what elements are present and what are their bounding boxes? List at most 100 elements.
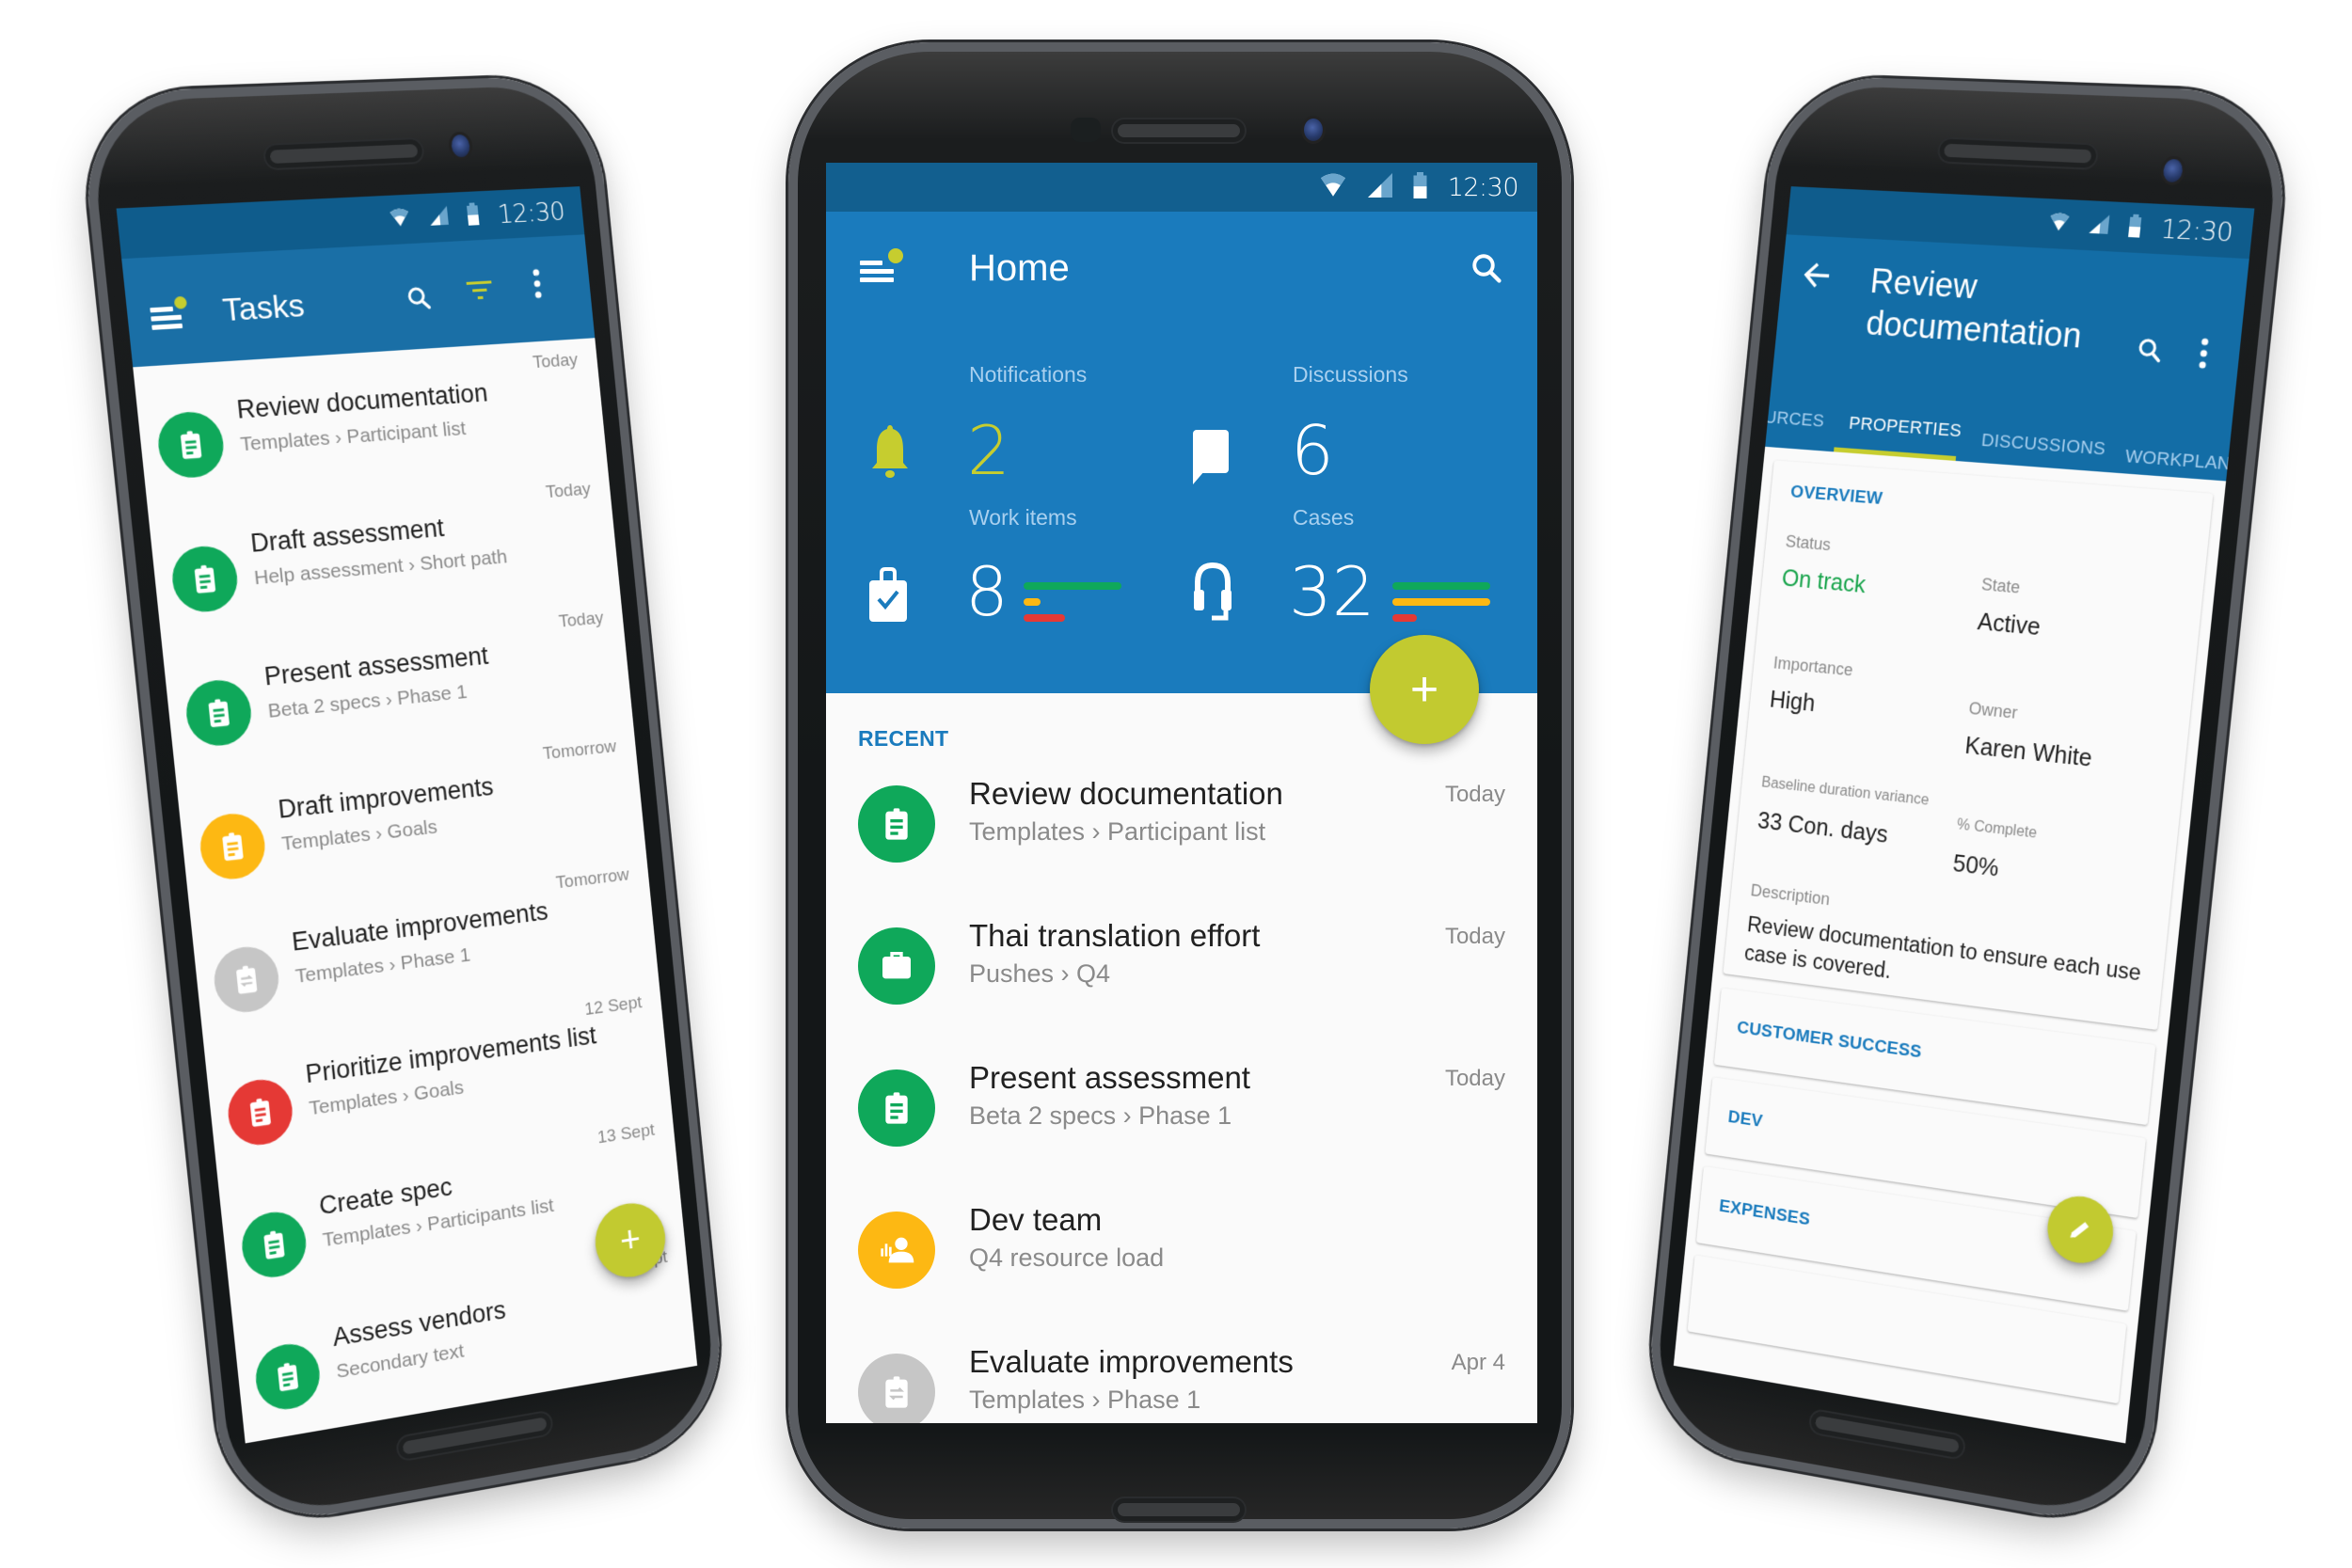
- item-title: Thai translation effort: [969, 918, 1261, 953]
- status-bar: 12:30: [826, 163, 1537, 212]
- item-date: Today: [1444, 1066, 1505, 1091]
- item-avatar: [211, 942, 282, 1017]
- stat-label: Notifications: [969, 362, 1088, 387]
- item-avatar: [238, 1208, 310, 1282]
- item-date: Today: [532, 350, 580, 373]
- list-item[interactable]: Thai translation effort Pushes › Q4 Toda…: [826, 907, 1537, 1049]
- percent-complete-value: 50%: [1951, 850, 2000, 882]
- clipboard-icon: [885, 808, 908, 840]
- tab-workplan[interactable]: WORKPLAN: [2124, 447, 2232, 476]
- overview-card: OVERVIEW Status On track State Active Im…: [1723, 460, 2214, 1030]
- section-title: EXPENSES: [1718, 1196, 1811, 1230]
- clipboard-icon: [263, 1230, 285, 1259]
- more-options-button[interactable]: [2187, 331, 2220, 375]
- status-bar-red: [1392, 614, 1417, 622]
- status-bar-amber: [1392, 598, 1490, 606]
- person-chart-icon: [881, 1237, 914, 1263]
- tab-discussions[interactable]: DISCUSSIONS: [1980, 431, 2106, 461]
- clipboard-icon: [277, 1362, 299, 1392]
- tab-properties[interactable]: PROPERTIES: [1848, 414, 1963, 442]
- description-label: Description: [1749, 880, 1831, 910]
- item-date: Today: [545, 479, 592, 503]
- stat-label: Cases: [1293, 505, 1355, 530]
- list-item[interactable]: Dev team Q4 resource load: [826, 1191, 1537, 1333]
- stat-label: Discussions: [1293, 362, 1408, 387]
- item-avatar: [197, 810, 268, 883]
- clipboard-repeat-icon: [885, 1376, 908, 1408]
- item-subtitle: Pushes › Q4: [969, 959, 1111, 988]
- recent-section-header: RECENT: [858, 726, 949, 751]
- clipboard-icon: [222, 832, 244, 862]
- back-button[interactable]: [1796, 254, 1839, 297]
- item-avatar: [154, 409, 227, 481]
- item-date: Apr 4: [1451, 1350, 1505, 1375]
- section-title: CUSTOMER SUCCESS: [1736, 1018, 1923, 1063]
- phone-home: 12:30 Home Notifications 2 Discussions 6…: [788, 42, 1571, 1528]
- home-screen: 12:30 Home Notifications 2 Discussions 6…: [826, 163, 1537, 1423]
- item-title: Draft assessment: [248, 513, 446, 558]
- filter-icon: [466, 280, 492, 300]
- page-title: Home: [969, 247, 1070, 289]
- more-options-button[interactable]: [522, 262, 553, 305]
- item-subtitle: Templates › Participant list: [969, 817, 1266, 846]
- list-item[interactable]: Evaluate improvements Templates › Phase …: [826, 1333, 1537, 1423]
- percent-complete-label: % Complete: [1956, 816, 2038, 842]
- stat-value: 2: [967, 411, 1010, 490]
- add-fab[interactable]: +: [1370, 635, 1479, 744]
- item-avatar: [225, 1075, 296, 1149]
- owner-label: Owner: [1967, 698, 2019, 722]
- overview-header: OVERVIEW: [1789, 482, 1883, 509]
- item-avatar: [183, 677, 255, 749]
- plus-icon: +: [1409, 662, 1439, 717]
- tab-resources[interactable]: URCES: [1763, 407, 1826, 432]
- status-time: 12:30: [496, 197, 566, 230]
- search-button[interactable]: [399, 278, 439, 318]
- item-date: Today: [1444, 782, 1505, 807]
- signal-icon: [2089, 214, 2110, 238]
- more-vert-icon: [2199, 338, 2209, 369]
- home-app-bar: Home Notifications 2 Discussions 6 Work …: [826, 212, 1537, 693]
- list-item[interactable]: Review documentation Templates › Partici…: [826, 765, 1537, 907]
- list-item[interactable]: Present assessment Beta 2 specs › Phase …: [826, 1049, 1537, 1191]
- menu-button[interactable]: [150, 295, 191, 333]
- wifi-icon: [2047, 212, 2070, 236]
- status-value: On track: [1780, 564, 1867, 599]
- briefcase-check-icon: [869, 567, 907, 626]
- clipboard-icon: [194, 564, 216, 594]
- filter-button[interactable]: [460, 271, 500, 310]
- item-date: Tomorrow: [542, 736, 618, 765]
- pencil-icon: [2070, 1220, 2090, 1241]
- menu-button[interactable]: [860, 248, 903, 282]
- status-bar-amber: [1024, 598, 1041, 606]
- menu-notification-dot: [173, 295, 188, 309]
- clipboard-icon: [885, 1092, 908, 1124]
- item-date: Tomorrow: [555, 864, 630, 894]
- headset-icon: [1193, 562, 1232, 628]
- search-button[interactable]: [2129, 330, 2170, 371]
- item-title: Evaluate improvements: [969, 1344, 1294, 1379]
- item-title: Dev team: [969, 1202, 1103, 1237]
- item-subtitle: Beta 2 specs › Phase 1: [969, 1101, 1232, 1130]
- work-items-status-bars: [1024, 582, 1121, 630]
- item-date: Today: [558, 608, 605, 632]
- arrow-back-icon: [1803, 261, 1832, 289]
- item-subtitle: Templates › Participant list: [239, 418, 468, 456]
- state-value: Active: [1976, 609, 2042, 641]
- status-bar-green: [1392, 582, 1490, 590]
- search-button[interactable]: [1464, 245, 1509, 291]
- item-date: Today: [1444, 924, 1505, 949]
- stat-value: 6: [1291, 411, 1334, 490]
- phone-detail: 12:30 Review documentation URCES PROPERT…: [1641, 74, 2295, 1533]
- item-date: 12 Sept: [583, 992, 644, 1020]
- search-icon: [407, 287, 432, 309]
- item-title: Present assessment: [969, 1060, 1250, 1095]
- importance-value: High: [1768, 686, 1817, 718]
- battery-icon: [1413, 171, 1427, 203]
- status-time: 12:30: [2159, 214, 2234, 248]
- clipboard-icon: [249, 1098, 272, 1128]
- owner-value: Karen White: [1963, 732, 2093, 772]
- page-title: Review documentation: [1864, 261, 2084, 356]
- recent-list: Review documentation Templates › Partici…: [826, 765, 1537, 1423]
- importance-label: Importance: [1772, 653, 1854, 680]
- bell-icon: [871, 423, 909, 484]
